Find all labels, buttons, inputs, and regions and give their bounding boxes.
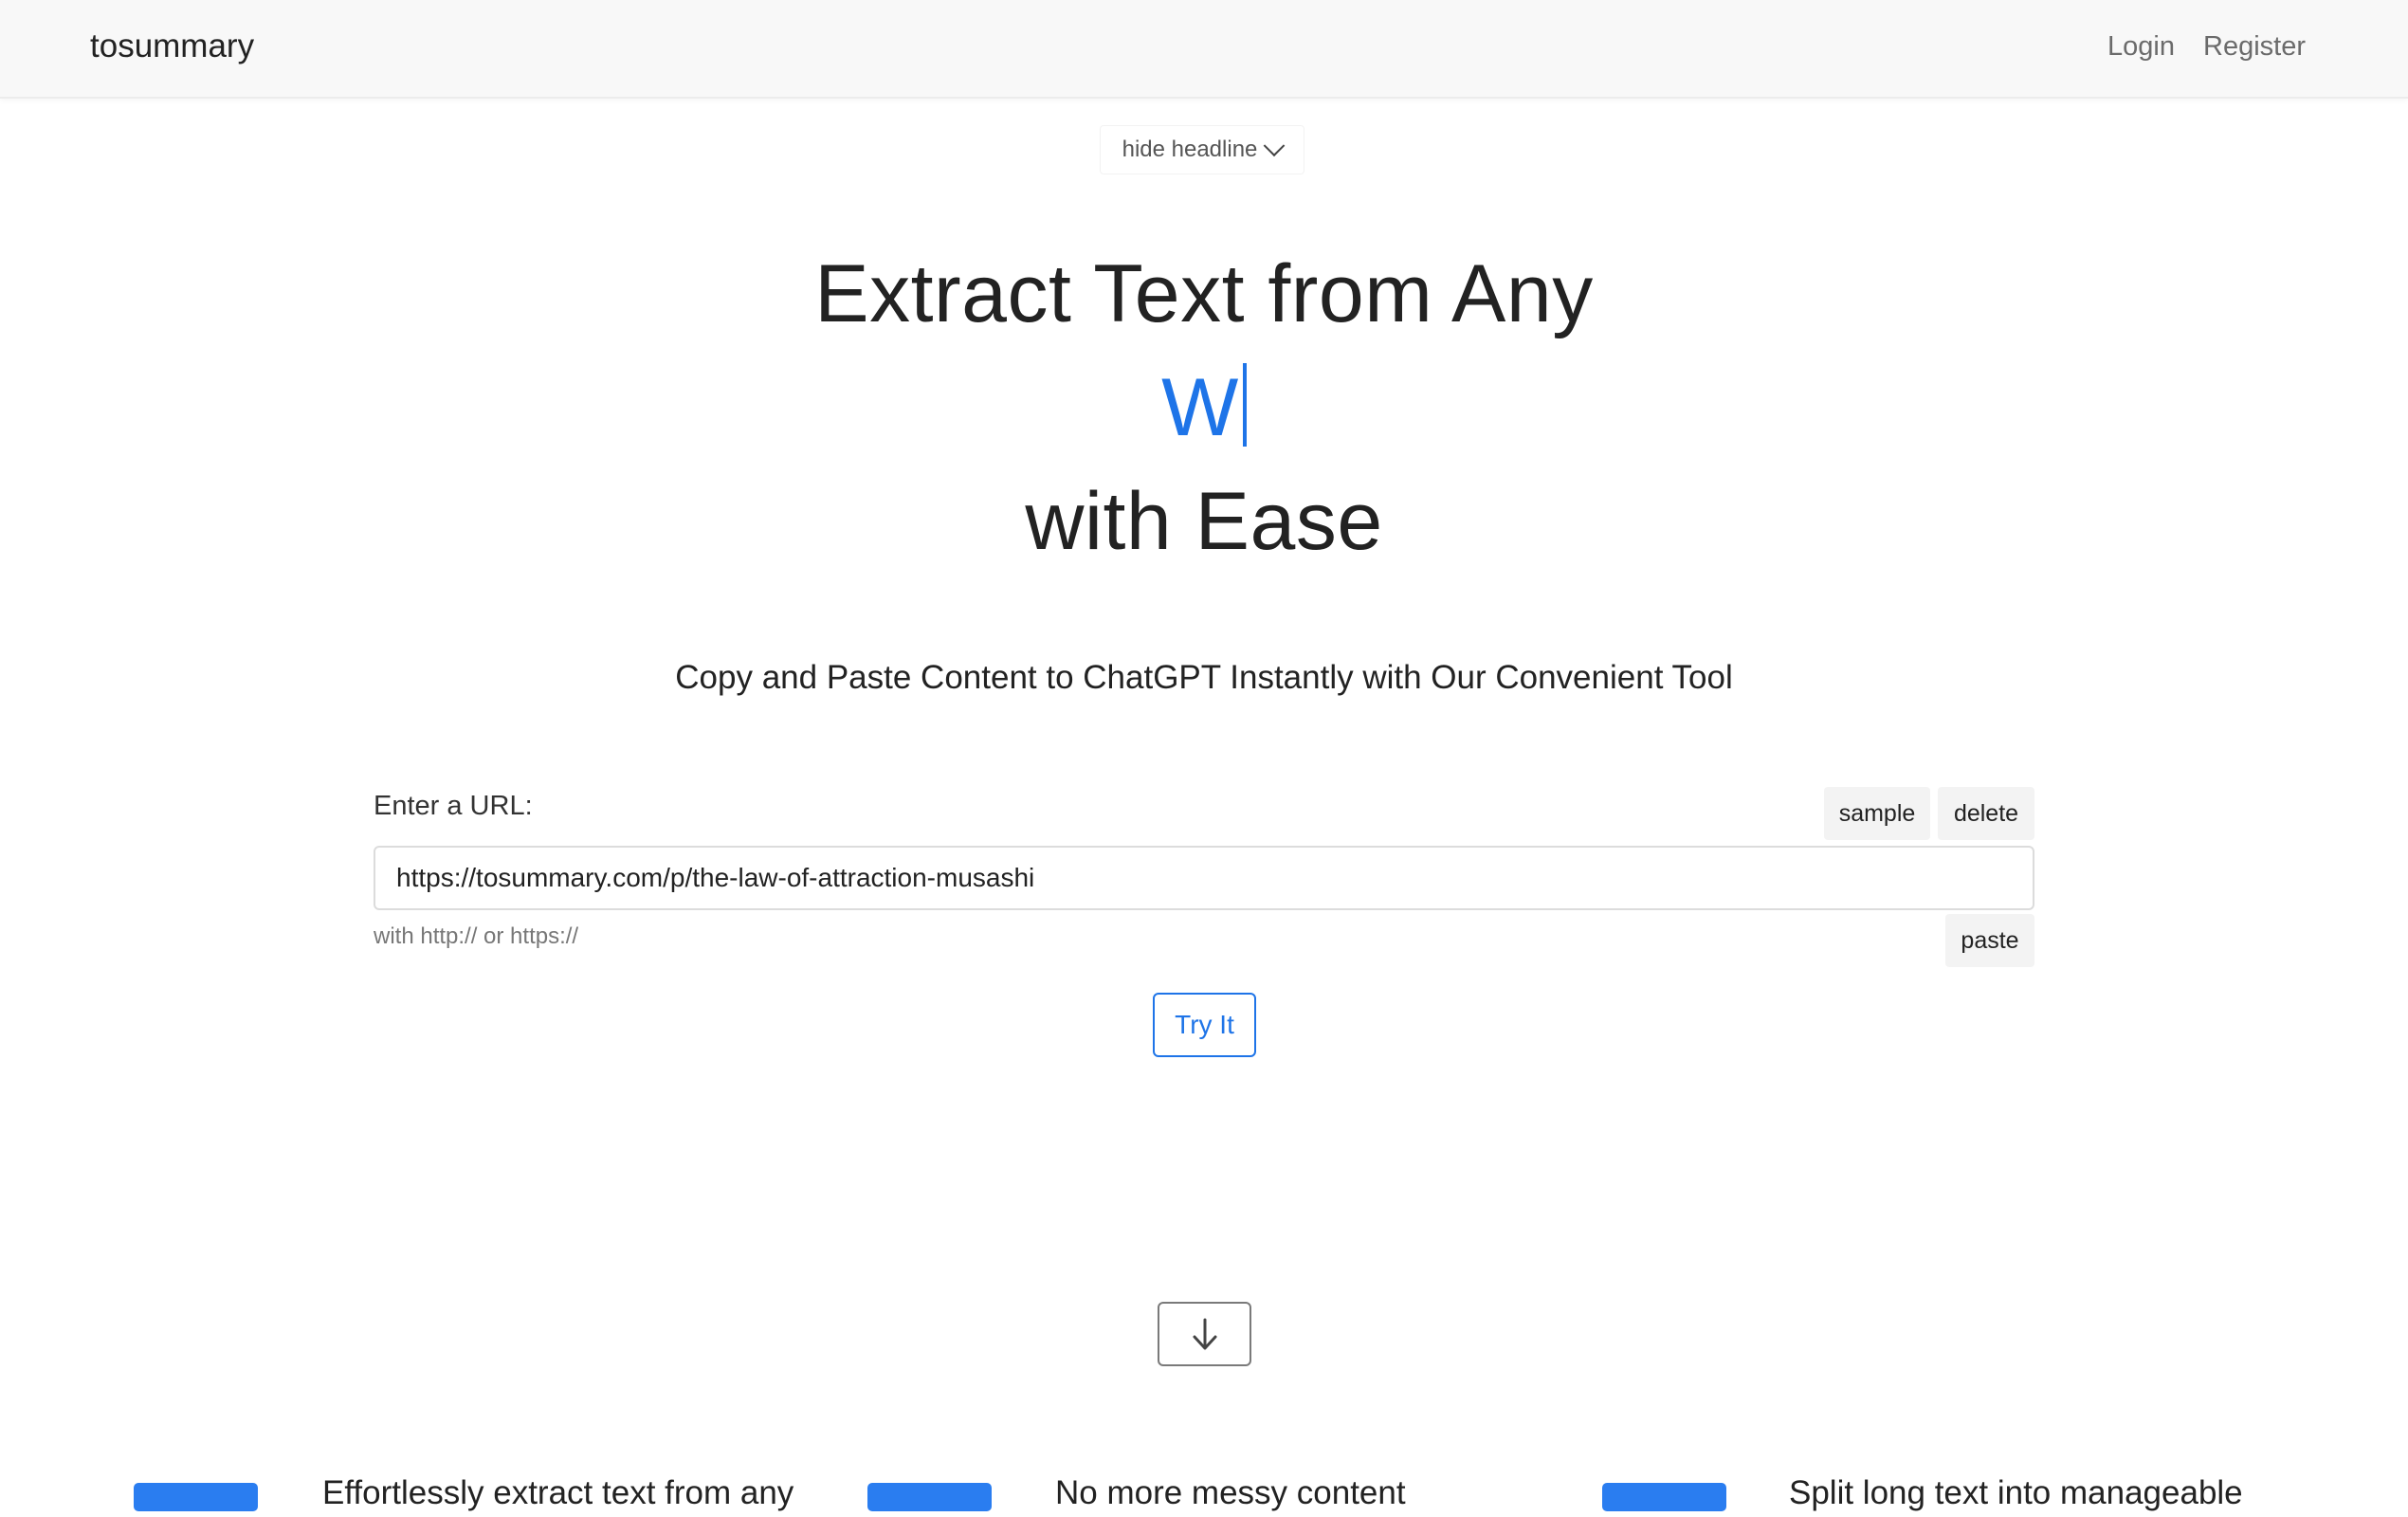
feature-text: Effortlessly extract text from any: [322, 1474, 794, 1511]
headline-typed-line: W: [0, 351, 2408, 465]
feature-text: No more messy content: [1055, 1474, 1406, 1511]
register-link[interactable]: Register: [2203, 25, 2306, 68]
top-navbar: tosummary Login Register: [0, 0, 2408, 99]
feature-icon: [867, 1483, 992, 1511]
feature-icon: [134, 1483, 258, 1511]
feature-text: Split long text into manageable: [1789, 1474, 2243, 1511]
header-nav: Login Register: [2107, 25, 2306, 68]
hide-headline-toggle[interactable]: hide headline: [1100, 125, 1304, 174]
url-input[interactable]: [374, 846, 2034, 910]
headline-line-3: with Ease: [1025, 476, 1383, 567]
chevron-down-icon: [1264, 135, 1286, 157]
hero-headline: Extract Text from Any W with Ease: [0, 237, 2408, 578]
scroll-down-button[interactable]: [1158, 1302, 1251, 1366]
brand-logo-text[interactable]: tosummary: [90, 25, 254, 68]
feature-icon: [1602, 1483, 1726, 1511]
headline-typed-word: W: [1161, 362, 1239, 453]
url-hint-text: with http:// or https://: [374, 923, 579, 949]
hide-headline-label: hide headline: [1122, 137, 1258, 162]
url-field-label: Enter a URL:: [374, 791, 533, 821]
headline-line-1: Extract Text from Any: [814, 248, 1594, 339]
login-link[interactable]: Login: [2107, 25, 2175, 68]
paste-button[interactable]: paste: [1945, 914, 2034, 967]
sample-button[interactable]: sample: [1824, 787, 1930, 840]
hero-subtitle: Copy and Paste Content to ChatGPT Instan…: [675, 659, 1733, 696]
delete-button[interactable]: delete: [1938, 787, 2034, 840]
try-it-button[interactable]: Try It: [1153, 993, 1256, 1057]
typing-caret: [1242, 363, 1247, 447]
arrow-down-icon: [1193, 1318, 1216, 1350]
